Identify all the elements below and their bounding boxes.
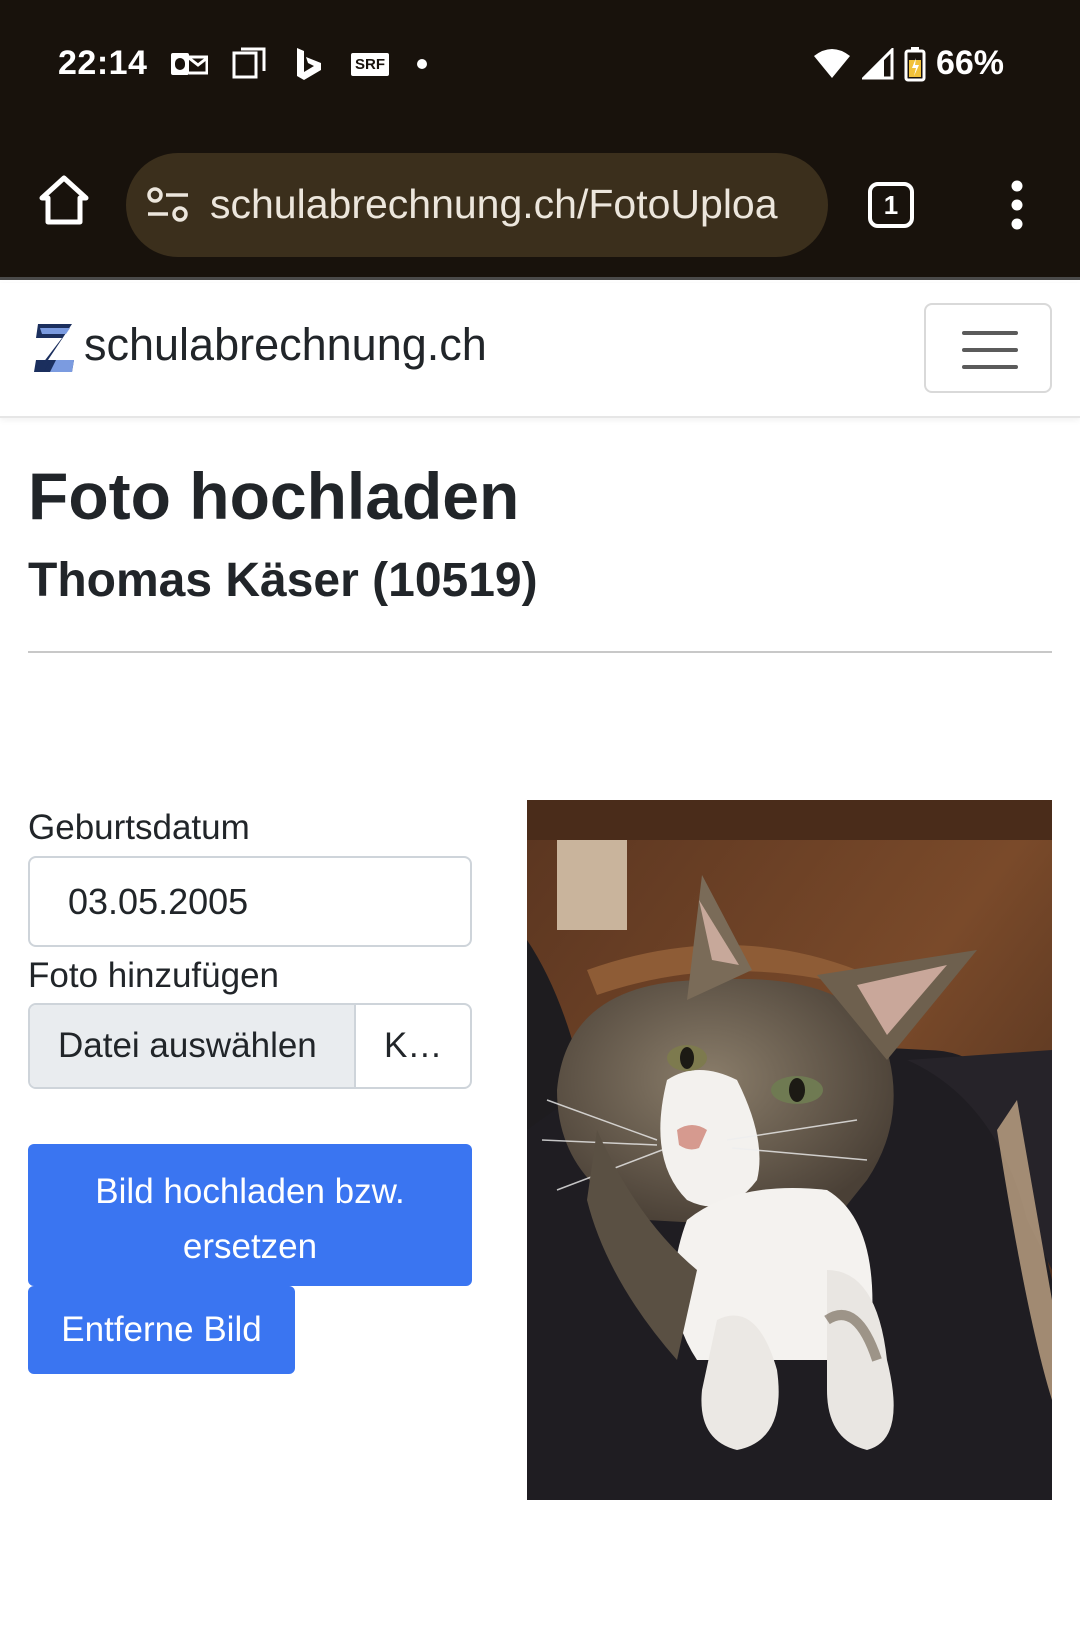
screen-icon [230,46,268,82]
dob-field[interactable]: 03.05.2005 [28,856,472,947]
outlook-icon [170,46,208,82]
status-bar: 22:14 SRF 66% [0,0,1080,130]
remove-image-button[interactable]: Entferne Bild [28,1286,295,1374]
brand-logo[interactable] [30,316,80,380]
more-menu-button[interactable] [1000,178,1034,232]
tab-switcher-button[interactable]: 1 [868,182,914,228]
site-navbar: schulabrechnung.ch [0,283,1080,418]
notification-icons: SRF [170,46,432,82]
hamburger-icon [962,331,1018,335]
battery-icon [904,46,926,81]
file-input[interactable]: Datei auswählen K… [28,1003,472,1089]
more-vert-icon [1011,180,1023,230]
hamburger-icon [962,365,1018,369]
brand-name[interactable]: schulabrechnung.ch [84,319,487,371]
dot-icon [412,46,432,82]
srf-icon: SRF [350,46,390,82]
browser-toolbar: schulabrechnung.ch/FotoUploa 1 [0,130,1080,280]
home-icon [39,175,89,225]
page-title: Foto hochladen [28,459,520,533]
uploaded-photo [527,800,1052,1500]
nav-toggle-button[interactable] [924,303,1052,393]
status-time: 22:14 [58,44,148,82]
file-name[interactable]: K… [356,1005,470,1087]
url-bar[interactable]: schulabrechnung.ch/FotoUploa [126,153,828,257]
photo-label: Foto hinzufügen [28,956,280,995]
battery-percent: 66% [935,44,1004,82]
system-icons: 66% [812,44,1004,83]
home-button[interactable] [36,172,92,228]
choose-file-button[interactable]: Datei auswählen [30,1005,356,1087]
bing-icon [290,46,328,82]
divider [28,651,1052,653]
wifi-icon [813,48,850,78]
upload-button[interactable]: Bild hochladen bzw. ersetzen [28,1144,472,1286]
dob-label: Geburtsdatum [28,808,250,847]
signal-icon [861,47,894,79]
url-text[interactable]: schulabrechnung.ch/FotoUploa [210,181,810,228]
hamburger-icon [962,348,1018,352]
student-name: Thomas Käser (10519) [28,554,538,607]
srf-label: SRF [351,52,389,76]
site-settings-icon[interactable] [146,187,190,223]
